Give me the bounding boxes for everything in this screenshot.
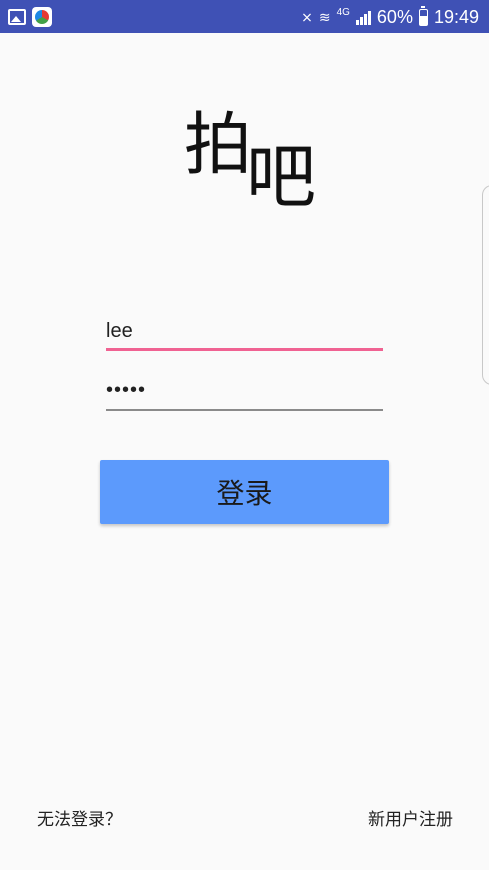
login-button[interactable]: 登录 [100,460,389,524]
password-input[interactable] [106,377,383,403]
username-input[interactable] [106,318,383,344]
mute-icon: ⨯ [301,9,313,25]
image-icon [8,9,26,25]
status-bar: ⨯ ≋ 4G 60% 19:49 [0,0,489,33]
network-type: 4G [336,6,350,18]
status-right-icons: ⨯ ≋ 4G 60% 19:49 [301,5,479,29]
password-underline [106,409,383,411]
signal-icon [355,9,371,25]
edge-panel-handle[interactable] [482,185,489,385]
battery-percent: 60% [376,6,413,27]
status-left-icons [8,7,52,27]
app-logo: 拍 吧 [180,112,320,222]
forgot-login-link[interactable]: 无法登录？ [37,805,122,830]
logo-char-1: 拍 [184,106,253,185]
register-link[interactable]: 新用户注册 [368,805,453,830]
battery-icon [418,5,428,26]
username-underline [106,348,383,351]
wifi-icon: ≋ [318,9,331,25]
logo-char-2: 吧 [246,136,316,218]
app-icon [32,7,52,27]
clock: 19:49 [433,6,479,27]
